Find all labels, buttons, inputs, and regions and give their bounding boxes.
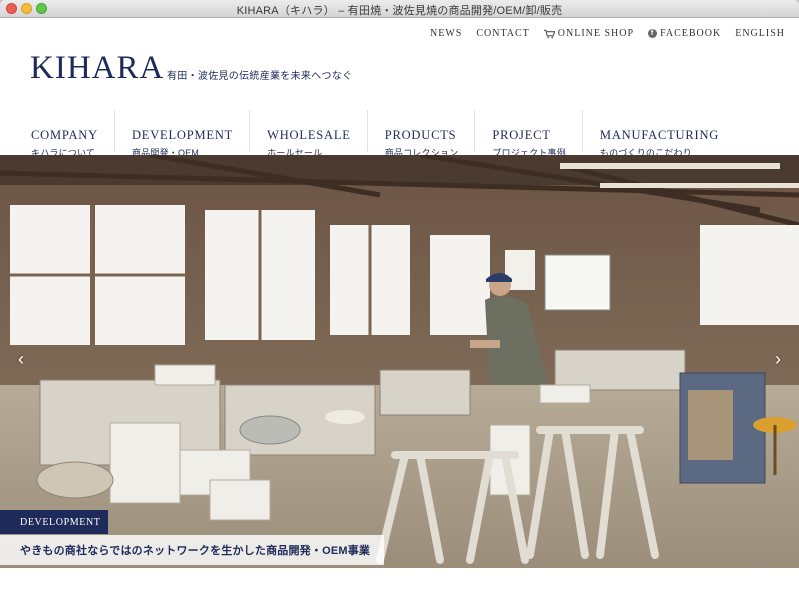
nav-contact-link[interactable]: CONTACT: [476, 28, 529, 39]
window-title: KIHARA（キハラ） – 有田焼・波佐見焼の商品開発/OEM/卸/販売: [236, 5, 563, 17]
workshop-photo: [0, 155, 799, 568]
facebook-icon: f: [648, 29, 658, 38]
nav-english-label: ENGLISH: [735, 28, 785, 39]
cart-icon: [543, 29, 555, 38]
nav-contact-label: CONTACT: [476, 28, 530, 39]
nav-news-label: NEWS: [430, 28, 463, 39]
main-nav-project-en: PROJECT: [492, 128, 551, 142]
main-nav-products-en: PRODUCTS: [384, 128, 457, 142]
hero-prev-arrow-icon[interactable]: ‹: [18, 349, 24, 370]
main-nav: COMPANY キハラについて DEVELOPMENT 商品開発・OEM WHO…: [14, 110, 735, 158]
main-nav-company-en: COMPANY: [31, 128, 98, 142]
nav-online-shop-label: ONLINE SHOP: [557, 28, 635, 39]
utility-nav: NEWS CONTACT ONLINE SHOP f FACEBOOK ENGL…: [430, 28, 785, 39]
title-bar: KIHARA（キハラ） – 有田焼・波佐見焼の商品開発/OEM/卸/販売: [0, 0, 799, 18]
hero-slideshow: ‹ ›: [0, 155, 799, 568]
main-nav-project[interactable]: PROJECT プロジェクト事例: [474, 110, 582, 158]
site-tagline: 有田・波佐見の伝統産業を未来へつなぐ: [167, 71, 353, 82]
main-nav-wholesale-en: WHOLESALE: [267, 128, 351, 142]
main-nav-manufacturing[interactable]: MANUFACTURING ものづくりのこだわり: [581, 110, 735, 158]
nav-online-shop-link[interactable]: ONLINE SHOP: [543, 28, 635, 39]
main-nav-company[interactable]: COMPANY キハラについて: [14, 110, 114, 158]
main-nav-products[interactable]: PRODUCTS 商品コレクション: [366, 110, 475, 158]
main-nav-development[interactable]: DEVELOPMENT 商品開発・OEM: [113, 110, 249, 158]
page-bottom: [0, 568, 799, 603]
hero-next-arrow-icon[interactable]: ›: [775, 349, 781, 370]
browser-window: KIHARA（キハラ） – 有田焼・波佐見焼の商品開発/OEM/卸/販売 NEW…: [0, 0, 799, 603]
main-nav-manufacturing-en: MANUFACTURING: [599, 128, 720, 142]
hero-category-tag[interactable]: DEVELOPMENT: [0, 510, 108, 534]
site-header: NEWS CONTACT ONLINE SHOP f FACEBOOK ENGL…: [0, 18, 799, 158]
nav-news-link[interactable]: NEWS: [430, 28, 462, 39]
main-nav-development-en: DEVELOPMENT: [131, 128, 234, 142]
nav-facebook-link[interactable]: f FACEBOOK: [648, 28, 721, 39]
nav-english-link[interactable]: ENGLISH: [735, 28, 785, 39]
site-logo[interactable]: KIHARA: [30, 50, 164, 87]
main-nav-wholesale[interactable]: WHOLESALE ホールセール: [249, 110, 367, 158]
nav-facebook-label: FACEBOOK: [660, 28, 722, 39]
hero-caption[interactable]: やきもの商社ならではのネットワークを生かした商品開発・OEM事業: [0, 535, 385, 565]
